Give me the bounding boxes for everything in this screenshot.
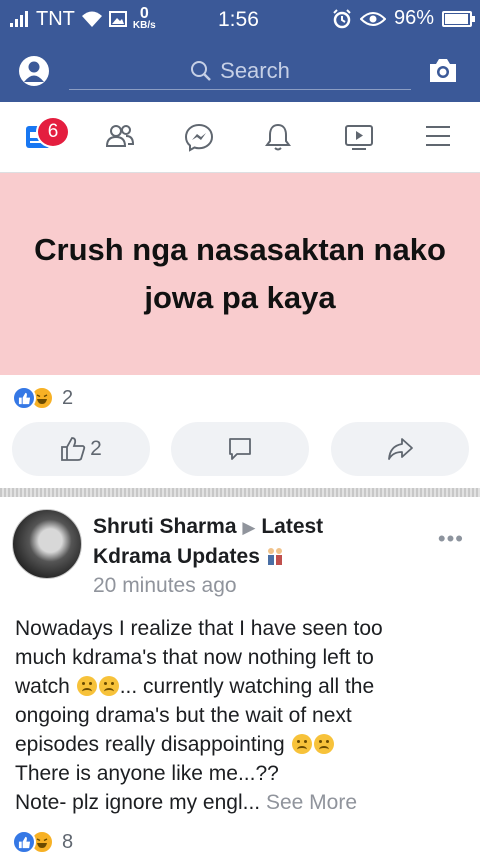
post-body: Nowadays I realize that I have seen too … bbox=[15, 614, 465, 817]
alarm-icon bbox=[333, 8, 351, 28]
see-more-link[interactable]: See More bbox=[266, 791, 357, 814]
comment-icon bbox=[229, 438, 251, 460]
speed-value: 0 bbox=[139, 5, 149, 22]
wifi-icon bbox=[81, 11, 102, 27]
status-post-text: Crush nga nasasaktan nako jowa pa kaya bbox=[10, 226, 470, 322]
post-line: There is anyone like me...?? bbox=[15, 762, 279, 785]
reaction-count: 2 bbox=[62, 386, 74, 409]
couple-emoji-icon bbox=[267, 548, 282, 565]
status-post-actions: 2 bbox=[0, 422, 480, 478]
camera-button[interactable] bbox=[428, 56, 458, 84]
search-icon bbox=[191, 60, 212, 81]
search-header: Search bbox=[0, 38, 480, 102]
search-input[interactable]: Search bbox=[69, 52, 411, 90]
messenger-icon bbox=[184, 123, 214, 152]
speed-unit: KB/s bbox=[132, 20, 156, 31]
more-options-button[interactable]: ••• bbox=[438, 526, 464, 552]
post-text: Note- plz ignore my engl... bbox=[15, 791, 261, 814]
comment-button[interactable] bbox=[171, 422, 309, 476]
tab-notifications[interactable] bbox=[264, 122, 296, 154]
like-count: 2 bbox=[90, 437, 102, 460]
sad-emoji-icon bbox=[291, 734, 312, 754]
tab-messenger[interactable] bbox=[184, 122, 216, 154]
author-avatar[interactable] bbox=[12, 509, 82, 579]
author-name[interactable]: Shruti Sharma bbox=[93, 515, 237, 538]
status-left: TNT 0 KB/s bbox=[10, 5, 156, 31]
tab-menu[interactable] bbox=[424, 122, 456, 154]
post-line: Nowadays I realize that I have seen too bbox=[15, 617, 383, 640]
post-line: much kdrama's that now nothing left to bbox=[15, 646, 374, 669]
user-icon bbox=[24, 61, 44, 82]
status-right: 96% bbox=[332, 7, 475, 30]
post-line: episodes really disappointing bbox=[15, 730, 465, 759]
post-header: Shruti Sharma ▶ Latest Kdrama Updates 20… bbox=[93, 512, 433, 600]
arrow-right-icon: ▶ bbox=[242, 518, 256, 537]
nav-tabs: 6 bbox=[0, 102, 480, 173]
post-line: Note- plz ignore my engl... See More bbox=[15, 788, 465, 817]
sad-emoji-icon bbox=[313, 734, 334, 754]
app-screen: TNT 0 KB/s 1:56 96% Search 6 Crush nga n… bbox=[0, 0, 480, 854]
status-post-card: Crush nga nasasaktan nako jowa pa kaya bbox=[0, 173, 480, 375]
feed-separator bbox=[0, 488, 480, 497]
network-speed: 0 KB/s bbox=[132, 5, 156, 31]
search-placeholder: Search bbox=[220, 57, 290, 83]
post-reactions[interactable]: 8 bbox=[12, 830, 73, 854]
status-text-line: Crush nga nasasaktan nako bbox=[34, 232, 446, 267]
thumbs-up-icon bbox=[61, 437, 86, 461]
watch-icon bbox=[345, 125, 373, 150]
group-name[interactable]: Latest bbox=[261, 515, 323, 538]
eye-icon bbox=[359, 11, 386, 26]
post-text: watch bbox=[15, 675, 70, 698]
like-reaction-icon bbox=[12, 830, 36, 854]
image-icon bbox=[108, 11, 127, 27]
notification-badge: 6 bbox=[36, 116, 70, 148]
signal-icon bbox=[10, 11, 28, 27]
post-header-line1: Shruti Sharma ▶ Latest bbox=[93, 512, 433, 542]
carrier-label: TNT bbox=[36, 7, 75, 30]
status-post-reactions[interactable]: 2 bbox=[12, 386, 73, 410]
bell-icon bbox=[265, 123, 291, 151]
tab-friends[interactable] bbox=[104, 122, 136, 154]
post-header-line2: Kdrama Updates bbox=[93, 542, 433, 571]
battery-percent: 96% bbox=[393, 7, 434, 29]
sad-emoji-icon bbox=[76, 676, 97, 696]
like-button[interactable]: 2 bbox=[12, 422, 150, 476]
post-text: episodes really disappointing bbox=[15, 733, 285, 756]
profile-button[interactable] bbox=[19, 56, 49, 86]
group-name-continued[interactable]: Kdrama Updates bbox=[93, 545, 260, 568]
post-line: ongoing drama's but the wait of next bbox=[15, 704, 352, 727]
post-line: watch ... currently watching all the bbox=[15, 672, 465, 701]
status-text-line: jowa pa kaya bbox=[144, 280, 336, 315]
tab-watch[interactable] bbox=[344, 122, 376, 154]
share-button[interactable] bbox=[331, 422, 469, 476]
post-timestamp[interactable]: 20 minutes ago bbox=[93, 571, 433, 600]
sad-emoji-icon bbox=[98, 676, 119, 696]
battery-fill bbox=[445, 13, 469, 24]
clock: 1:56 bbox=[218, 8, 259, 31]
reaction-count: 8 bbox=[62, 830, 74, 853]
like-reaction-icon bbox=[12, 386, 36, 410]
share-icon bbox=[388, 438, 413, 460]
friends-icon bbox=[105, 125, 135, 147]
battery-icon bbox=[442, 10, 475, 27]
menu-icon bbox=[426, 126, 450, 146]
status-bar: TNT 0 KB/s 1:56 96% bbox=[0, 0, 480, 38]
post-text: ... currently watching all the bbox=[119, 675, 375, 698]
camera-icon bbox=[430, 59, 456, 82]
